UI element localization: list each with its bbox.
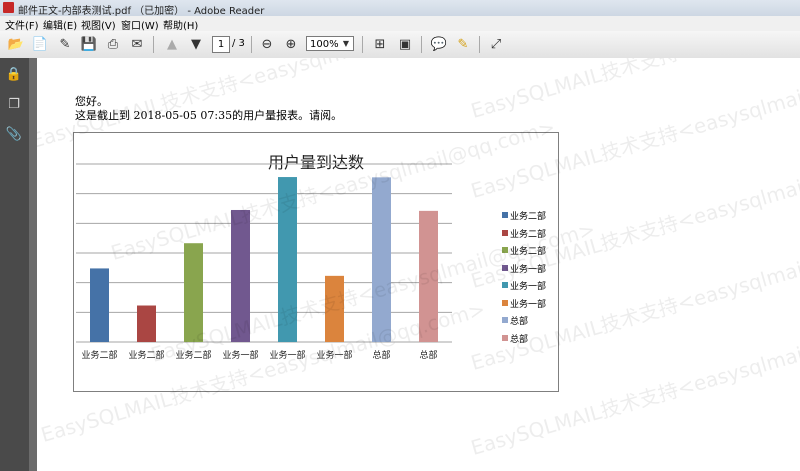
menu-window[interactable]: 窗口(W) xyxy=(121,17,159,32)
x-tick-label: 业务二部 xyxy=(128,349,164,361)
legend-swatch xyxy=(502,264,508,271)
bar xyxy=(419,210,438,342)
legend-item: 业务一部 xyxy=(502,279,562,292)
legend-item: 业务二部 xyxy=(502,209,562,222)
x-tick-label: 总部 xyxy=(372,349,390,361)
menu-bar: 文件(F) 编辑(E) 视图(V) 窗口(W) 帮助(H) xyxy=(0,16,800,32)
title-bar: 邮件正文-内部表测试.pdf （已加密） - Adobe Reader xyxy=(0,0,800,17)
zoom-in-icon[interactable]: ⊕ xyxy=(281,34,301,54)
menu-edit[interactable]: 编辑(E) xyxy=(43,17,77,32)
toolbar-separator xyxy=(251,36,252,53)
menu-help[interactable]: 帮助(H) xyxy=(163,17,198,32)
legend-label: 业务一部 xyxy=(510,264,547,275)
comment-icon[interactable]: 💬 xyxy=(429,34,449,54)
x-tick-label: 业务一部 xyxy=(222,349,258,361)
watermark: EasySQLMAIL技术支持<easysqlmail@qq.com> xyxy=(467,58,800,124)
highlight-icon[interactable]: ✎ xyxy=(453,34,473,54)
x-tick-label: 业务二部 xyxy=(175,349,211,361)
window-title: 邮件正文-内部表测试.pdf （已加密） - Adobe Reader xyxy=(18,6,265,17)
toolbar-separator xyxy=(479,36,480,53)
legend-swatch xyxy=(502,334,508,341)
fit-page-icon[interactable]: ▣ xyxy=(395,34,415,54)
page-number-input[interactable]: 1 xyxy=(212,36,230,53)
attachment-icon[interactable]: 📎 xyxy=(5,126,23,144)
fullscreen-icon[interactable]: ⤢ xyxy=(486,34,506,54)
pages-icon[interactable]: ❐ xyxy=(5,96,23,114)
menu-file[interactable]: 文件(F) xyxy=(5,17,39,32)
bar xyxy=(325,275,344,342)
bar-chart: 用户量到达数 0100020003000400050006000业务二部业务二部… xyxy=(73,132,559,392)
legend-item: 总部 xyxy=(502,314,562,327)
bar xyxy=(137,305,156,342)
bar xyxy=(231,209,250,342)
x-tick-label: 业务一部 xyxy=(269,349,305,361)
legend-item: 总部 xyxy=(502,332,562,345)
email-icon[interactable]: ✉ xyxy=(127,34,147,54)
page-total: / 3 xyxy=(232,38,245,49)
zoom-out-icon[interactable]: ⊖ xyxy=(257,34,277,54)
save-icon[interactable]: 💾 xyxy=(79,34,99,54)
legend-item: 业务二部 xyxy=(502,244,562,257)
lock-icon[interactable]: 🔒 xyxy=(5,66,23,84)
next-page-icon[interactable]: ▼ xyxy=(186,34,206,54)
toolbar-separator xyxy=(421,36,422,53)
x-tick-label: 业务二部 xyxy=(81,349,117,361)
legend-swatch xyxy=(502,299,508,306)
menu-view[interactable]: 视图(V) xyxy=(81,17,116,32)
legend-label: 业务一部 xyxy=(510,282,547,292)
chevron-down-icon[interactable]: ▼ xyxy=(340,37,352,50)
legend-swatch xyxy=(502,212,508,218)
legend-swatch xyxy=(502,229,508,236)
legend-swatch xyxy=(502,317,508,323)
bar xyxy=(184,243,203,342)
edit-icon[interactable]: ✎ xyxy=(55,34,75,54)
legend-label: 业务二部 xyxy=(510,247,547,257)
print-icon[interactable]: ⎙ xyxy=(103,34,123,54)
navigation-sidebar: 🔒 ❐ 📎 xyxy=(0,58,29,471)
x-tick-label: 业务一部 xyxy=(316,349,352,361)
legend-label: 业务一部 xyxy=(510,299,547,310)
x-tick-label: 总部 xyxy=(419,349,437,361)
legend-label: 总部 xyxy=(510,317,529,327)
chart-canvas: 0100020003000400050006000业务二部业务二部业务二部业务一… xyxy=(76,163,452,361)
legend-swatch xyxy=(502,247,508,253)
legend-item: 业务二部 xyxy=(502,227,562,240)
toolbar-separator xyxy=(153,36,154,53)
pdf-app-icon xyxy=(3,2,14,13)
bar xyxy=(278,177,297,342)
toolbar: 📂 📄 ✎ 💾 ⎙ ✉ ▲ ▼ 1 / 3 ⊖ ⊕ 100% ▼ ⊞ ▣ 💬 ✎… xyxy=(0,31,800,59)
legend-swatch xyxy=(502,282,508,288)
document-page: 您好。 这是截止到 2018-05-05 07:35的用户量报表。请阅。 用户量… xyxy=(37,58,800,471)
bar xyxy=(90,268,109,342)
sidebar-gutter xyxy=(29,58,37,471)
open-icon[interactable]: 📂 xyxy=(6,34,26,54)
create-pdf-icon[interactable]: 📄 xyxy=(30,34,50,54)
legend-item: 业务一部 xyxy=(502,297,562,310)
fit-width-icon[interactable]: ⊞ xyxy=(370,34,390,54)
legend-label: 总部 xyxy=(510,334,529,345)
toolbar-separator xyxy=(362,36,363,53)
report-text: 这是截止到 2018-05-05 07:35的用户量报表。请阅。 xyxy=(75,109,343,122)
bar xyxy=(372,177,391,342)
legend-label: 业务二部 xyxy=(510,212,547,222)
previous-page-icon[interactable]: ▲ xyxy=(162,34,182,54)
legend-item: 业务一部 xyxy=(502,262,562,275)
legend-label: 业务二部 xyxy=(510,229,547,240)
